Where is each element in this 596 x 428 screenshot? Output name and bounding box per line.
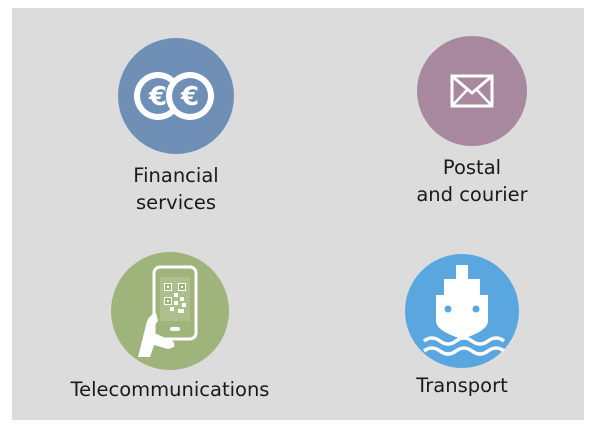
service-label: Postal and courier xyxy=(416,156,528,206)
ship-icon xyxy=(422,265,506,356)
service-label: Financial services xyxy=(133,164,219,214)
service-label: Telecommunications xyxy=(70,378,270,401)
svg-text:€: € xyxy=(180,82,199,112)
service-postal: Postal and courier xyxy=(392,36,552,208)
transport-icon-circle xyxy=(405,254,519,368)
service-telecommunications: Telecommunications xyxy=(46,252,294,403)
service-label: Transport xyxy=(416,374,508,397)
euro-coins-icon: € € xyxy=(134,72,214,120)
svg-text:€: € xyxy=(148,82,167,112)
service-financial: € € Financial services xyxy=(108,38,244,216)
service-transport: Transport xyxy=(374,254,550,399)
postal-icon-circle xyxy=(417,36,527,146)
telecom-icon-circle xyxy=(111,252,229,370)
services-panel: € € Financial services Postal and courie… xyxy=(12,8,584,420)
financial-icon-circle: € € xyxy=(118,38,234,154)
hand-phone-qr-icon xyxy=(138,265,198,357)
envelope-icon xyxy=(450,74,494,108)
